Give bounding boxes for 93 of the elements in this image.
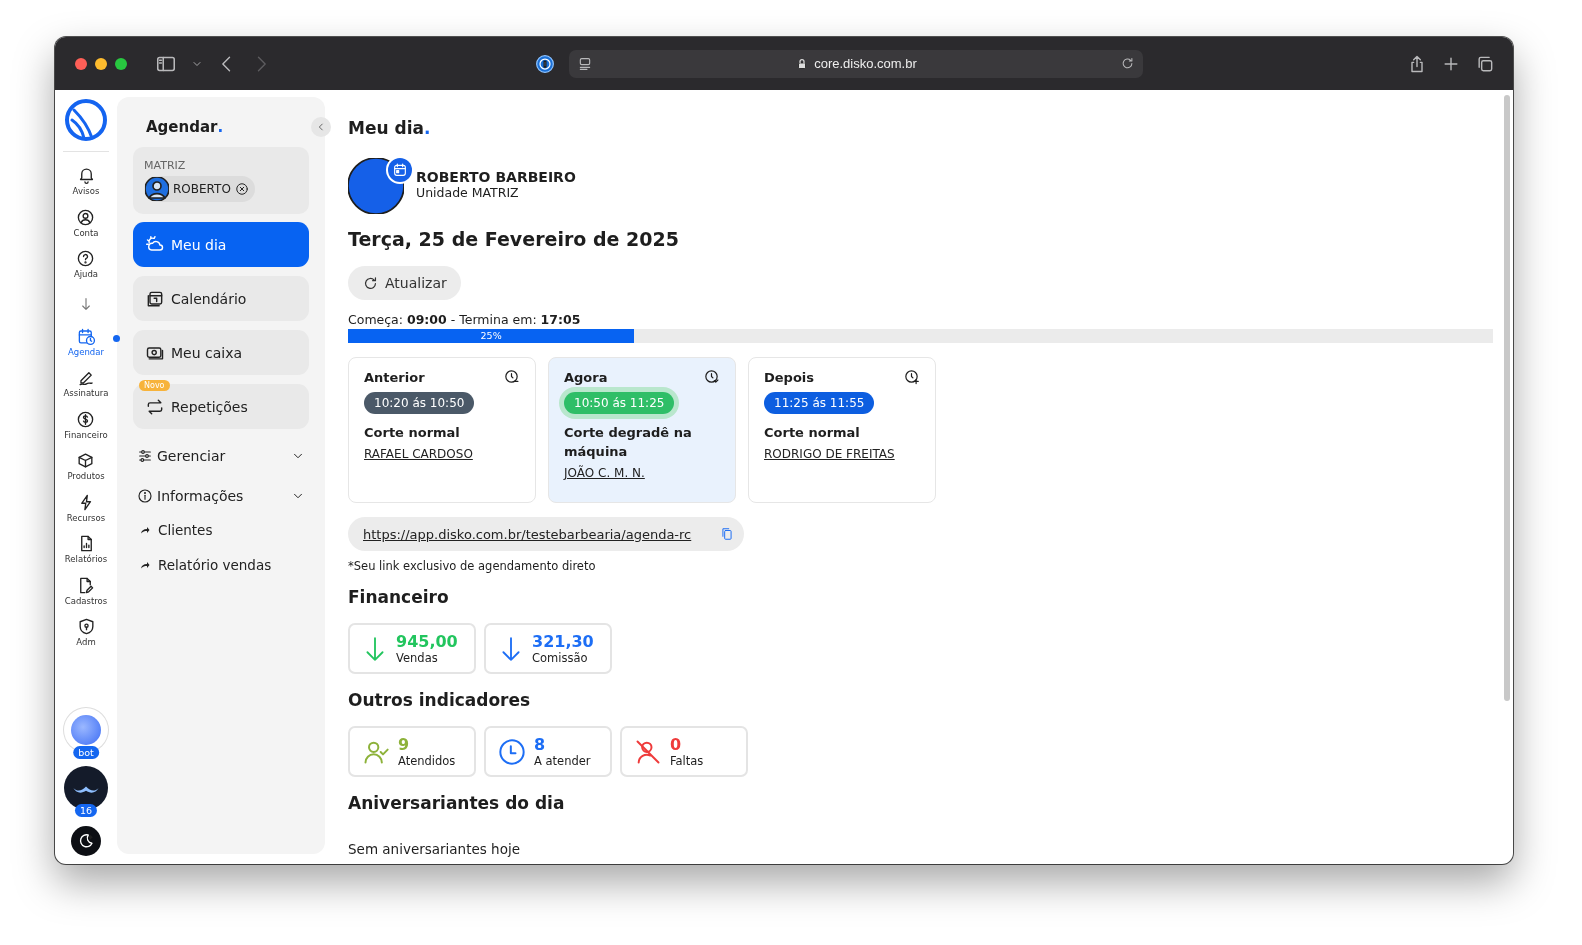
sliders-icon: [137, 448, 153, 464]
nav-button[interactable]: Meu dia: [133, 222, 309, 267]
empty-message: Sem aniversariantes hoje: [348, 841, 520, 857]
appointment-card[interactable]: Depois 11:25 ás 11:55 Corte normal RODRIGO DE FREITAS: [748, 357, 936, 503]
profile-photo-placeholder: [348, 158, 404, 214]
indicator-label: Faltas: [670, 753, 704, 768]
profile-unit: Unidade MATRIZ: [416, 184, 520, 200]
panel-title: Agendar.: [146, 118, 224, 136]
client-link[interactable]: RODRIGO DE FREITAS: [764, 447, 895, 461]
user-circle-icon: [76, 207, 96, 227]
shield-icon: [76, 617, 96, 636]
rail-nav-item[interactable]: Produtos: [67, 451, 105, 493]
panel-link[interactable]: Clientes: [133, 518, 309, 545]
clock-plus-icon: [903, 368, 920, 385]
rail-nav-item[interactable]: Cadastros: [64, 575, 108, 617]
address-bar[interactable]: core.disko.com.br: [569, 49, 1143, 78]
help-icon: [76, 249, 96, 268]
password-manager-icon[interactable]: [535, 53, 555, 74]
calendar-clock-icon: [76, 326, 96, 346]
section-heading: Aniversariantes do dia: [348, 793, 565, 813]
rail-nav-item[interactable]: Assinatura: [63, 368, 109, 410]
nav-button[interactable]: Meu caixa: [133, 330, 309, 375]
reload-icon[interactable]: [1120, 56, 1135, 71]
finance-label: Vendas: [396, 650, 439, 665]
moon-icon: [77, 832, 95, 850]
refresh-button[interactable]: Atualizar: [348, 266, 461, 300]
indicator-value: 0: [670, 735, 683, 754]
scrollbar[interactable]: [1504, 95, 1510, 701]
indicator-label: A atender: [534, 753, 591, 768]
url-text: core.disko.com.br: [814, 56, 917, 71]
calendar-badge-icon: [388, 158, 412, 182]
minimize-button[interactable]: [95, 57, 107, 70]
logo-icon[interactable]: [64, 98, 108, 142]
dark-mode-button[interactable]: [71, 826, 101, 856]
date-heading: Terça, 25 de Fevereiro de 2025: [348, 228, 679, 250]
booking-link-field[interactable]: https://app.disko.com.br/testebarbearia/agenda-rc: [348, 517, 744, 551]
finance-value: 321,30: [532, 632, 594, 651]
professional-chip[interactable]: ROBERTO: [144, 176, 255, 202]
rail-nav-item[interactable]: Recursos: [66, 492, 106, 534]
section-heading: Financeiro: [348, 587, 449, 607]
refresh-icon: [362, 274, 379, 292]
finance-label: Comissão: [532, 650, 589, 665]
panel-link[interactable]: Relatório vendas: [133, 553, 309, 580]
notification-count: 16: [74, 804, 98, 817]
maximize-button[interactable]: [115, 57, 127, 70]
chevron-left-icon: [316, 122, 326, 132]
slot-heading: Anterior: [364, 369, 425, 385]
unit-label: MATRIZ: [144, 159, 186, 172]
active-dot: [112, 334, 120, 342]
box-icon: [76, 451, 96, 470]
section-toggle[interactable]: Gerenciar: [133, 438, 309, 470]
page-title: Meu dia.: [348, 118, 431, 138]
rail-nav-item[interactable]: Relatórios: [64, 534, 108, 576]
avatar-icon: [145, 177, 169, 201]
profile-name: ROBERTO BARBEIRO: [416, 168, 576, 185]
info-icon: [137, 488, 153, 504]
section-heading: Outros indicadores: [348, 690, 531, 710]
rail-nav-item[interactable]: Ajuda: [73, 249, 99, 291]
rail-nav-item[interactable]: Conta: [73, 207, 99, 249]
finance-value: 945,00: [396, 632, 458, 651]
indicator-label: Atendidos: [398, 753, 456, 768]
client-link[interactable]: JOÃO C. M. N.: [564, 466, 645, 480]
bot-label: bot: [73, 746, 99, 759]
rail-nav-item[interactable]: Financeiro: [64, 409, 108, 451]
link-note: *Seu link exclusivo de agendamento direto: [348, 559, 596, 573]
page-menu-icon[interactable]: [577, 55, 593, 72]
schedule-hours: Começa: 09:00 - Termina em: 17:05: [348, 312, 581, 327]
service-name: Corte degradê na máquina: [564, 424, 693, 461]
client-link[interactable]: RAFAEL CARDOSO: [364, 447, 473, 461]
service-name: Corte normal: [764, 424, 860, 442]
dollar-circle-icon: [76, 409, 96, 429]
indicator-value: 8: [534, 735, 546, 754]
clock-check-icon: [703, 368, 720, 385]
close-button[interactable]: [75, 57, 87, 70]
appointment-card[interactable]: Anterior 10:20 ás 10:50 Corte normal RAFAEL CARDOSO: [348, 357, 536, 503]
booking-link[interactable]: https://app.disko.com.br/testebarbearia/agenda-rc: [363, 526, 706, 542]
section-toggle[interactable]: Informações: [133, 478, 309, 510]
indicator-value: 9: [398, 735, 411, 754]
slot-heading: Agora: [564, 369, 608, 385]
remove-icon[interactable]: [234, 182, 249, 196]
slot-heading: Depois: [764, 369, 815, 385]
service-name: Corte normal: [364, 424, 460, 442]
lock-icon: [796, 57, 809, 70]
progress-label: 25%: [479, 329, 503, 343]
new-badge: Novo: [139, 380, 170, 391]
appointment-card[interactable]: Agora 10:50 ás 11:25 Corte degradê na máquina JOÃO C. M. N.: [548, 357, 736, 503]
rail-nav-item[interactable]: Avisos: [72, 166, 100, 208]
clock-minus-icon: [503, 368, 520, 385]
rail-nav-item[interactable]: Adm: [76, 617, 96, 659]
time-pill: 10:20 ás 10:50: [364, 392, 475, 414]
nav-button[interactable]: Calendário: [133, 276, 309, 321]
time-pill: 11:25 ás 11:55: [764, 392, 875, 414]
copy-icon[interactable]: [720, 527, 734, 541]
